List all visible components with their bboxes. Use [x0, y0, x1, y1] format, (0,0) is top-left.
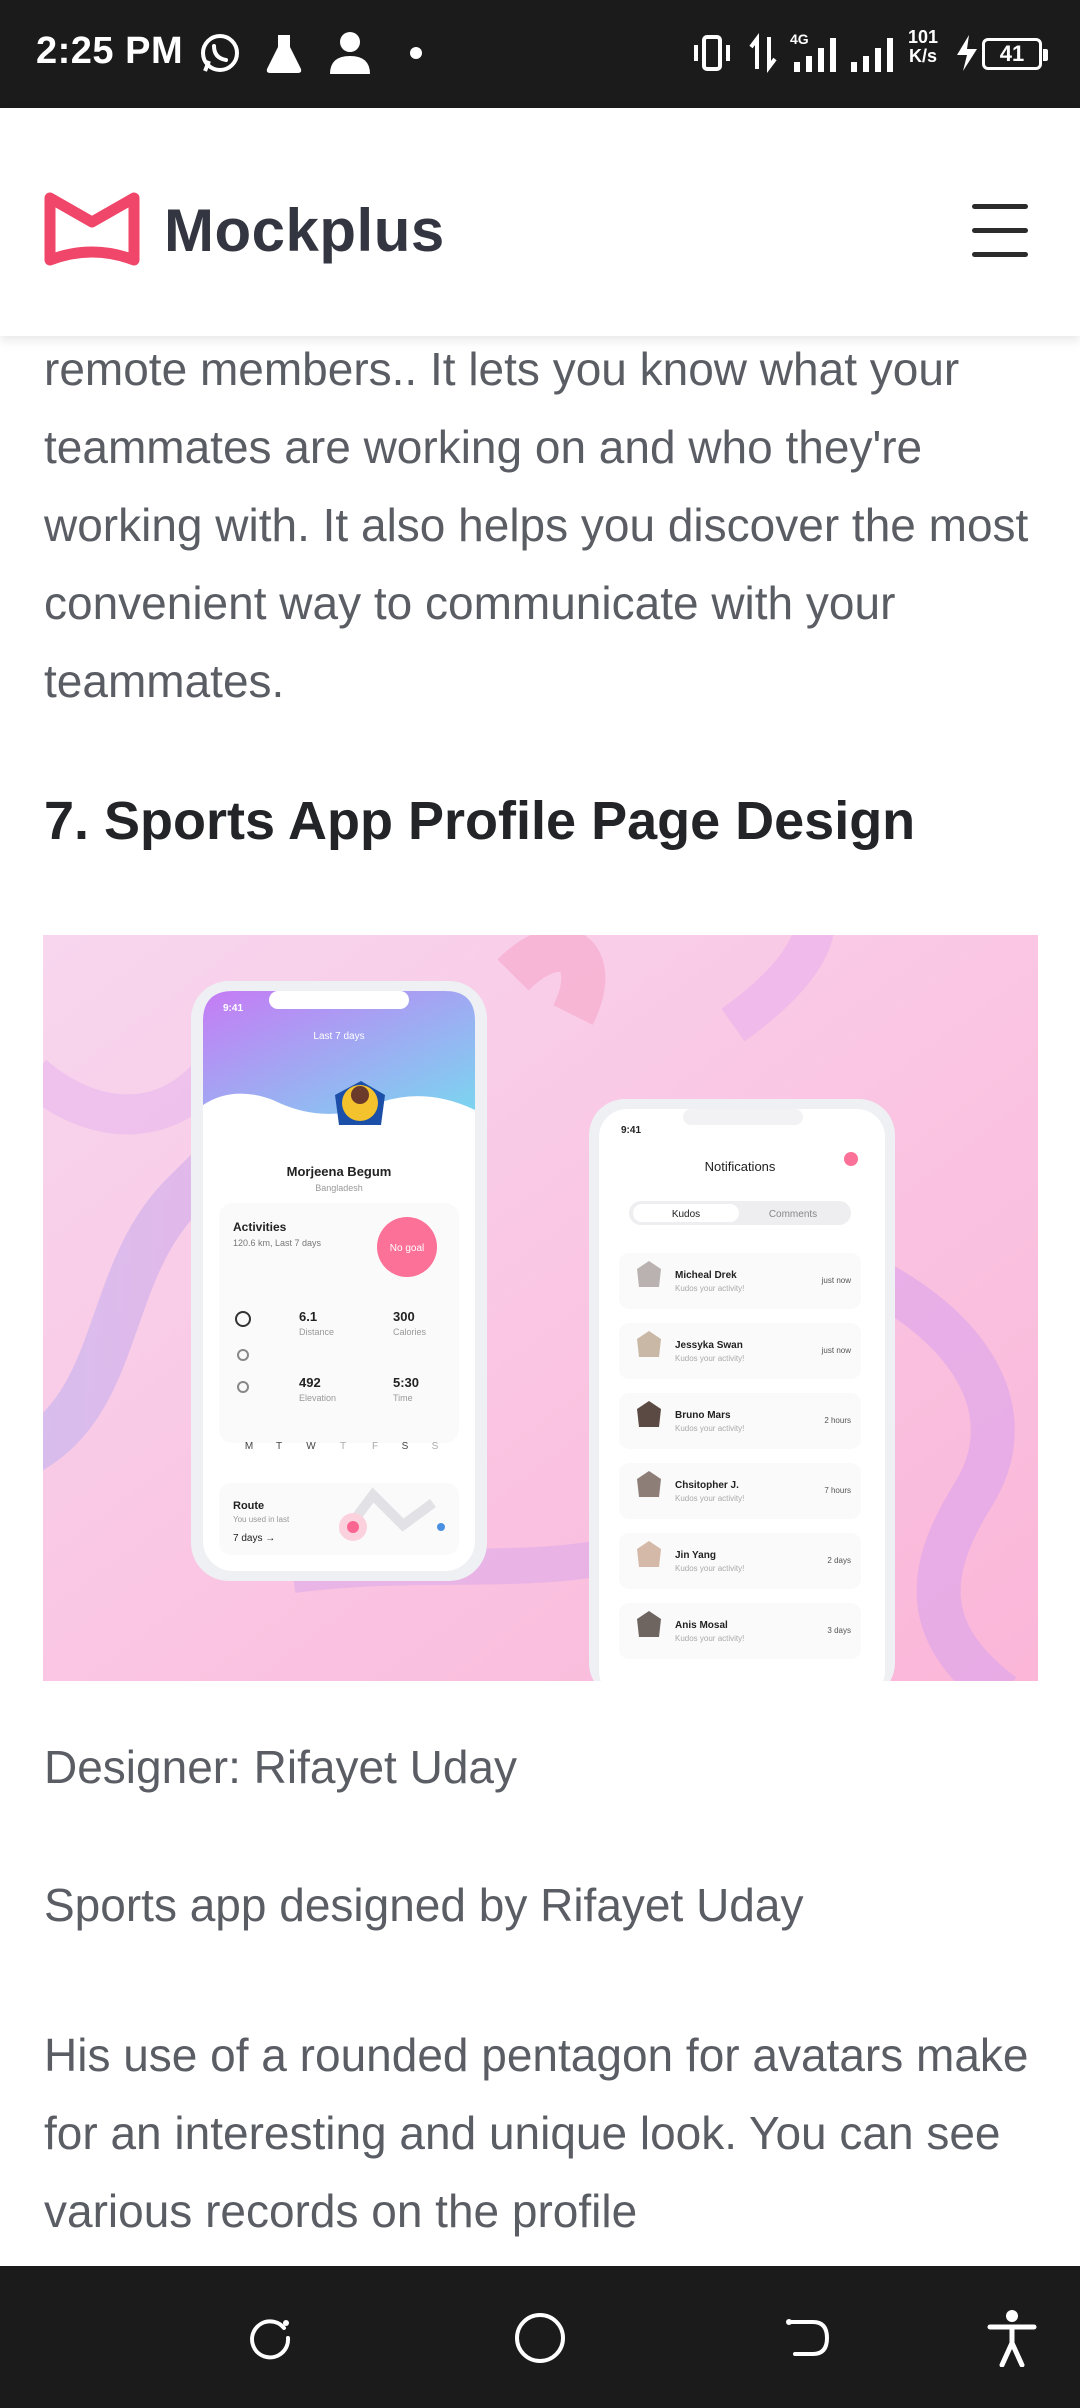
svg-text:Comments: Comments: [769, 1209, 817, 1220]
notification-item: Anis Mosal Kudos your activity! 3 days: [619, 1603, 861, 1659]
svg-text:W: W: [306, 1441, 316, 1452]
network-speed: 101 K/s: [908, 28, 938, 66]
signal-icon: 4G: [790, 30, 846, 76]
svg-text:Route: Route: [233, 1500, 264, 1512]
vibrate-icon: [690, 30, 734, 76]
network-speed-unit: K/s: [909, 46, 938, 66]
svg-text:Time: Time: [393, 1393, 413, 1403]
svg-text:Bangladesh: Bangladesh: [315, 1183, 363, 1193]
svg-text:9:41: 9:41: [223, 1003, 243, 1014]
svg-text:just now: just now: [821, 1276, 852, 1285]
svg-text:7 hours: 7 hours: [824, 1486, 851, 1495]
accessibility-icon[interactable]: [982, 2308, 1042, 2368]
svg-text:just now: just now: [821, 1346, 852, 1355]
site-header: Mockplus: [0, 108, 1080, 336]
charging-icon: [954, 30, 980, 76]
svg-text:2 days: 2 days: [827, 1556, 851, 1565]
svg-text:Kudos your activity!: Kudos your activity!: [675, 1284, 744, 1293]
svg-text:S: S: [402, 1441, 409, 1452]
svg-text:Kudos: Kudos: [672, 1209, 700, 1220]
svg-text:Kudos your activity!: Kudos your activity!: [675, 1354, 744, 1363]
svg-text:You used in last: You used in last: [233, 1515, 290, 1524]
recent-apps-icon[interactable]: [240, 2308, 300, 2368]
mockplus-logo-icon[interactable]: [44, 188, 140, 275]
notification-item: Chsitopher J. Kudos your activity! 7 hou…: [619, 1463, 861, 1519]
hamburger-menu-icon[interactable]: [972, 200, 1028, 262]
svg-text:120.6 km, Last 7 days: 120.6 km, Last 7 days: [233, 1238, 322, 1248]
battery-level: 41: [999, 41, 1025, 66]
svg-text:492: 492: [299, 1375, 321, 1390]
svg-text:Micheal Drek: Micheal Drek: [675, 1270, 737, 1281]
svg-text:Morjeena Begum: Morjeena Begum: [287, 1164, 392, 1179]
battery-indicator: 41: [982, 38, 1048, 70]
svg-text:300: 300: [393, 1309, 415, 1324]
notification-item: Micheal Drek Kudos your activity! just n…: [619, 1253, 861, 1309]
notification-item: Jin Yang Kudos your activity! 2 days: [619, 1533, 861, 1589]
svg-text:Jin Yang: Jin Yang: [675, 1550, 716, 1561]
svg-text:Kudos your activity!: Kudos your activity!: [675, 1634, 744, 1643]
logo-text[interactable]: Mockplus: [164, 196, 445, 265]
back-icon[interactable]: [778, 2308, 838, 2368]
notifications-phone-mockup: 9:41 Notifications Kudos Comments Michea…: [589, 1099, 895, 1681]
notification-item: Bruno Mars Kudos your activity! 2 hours: [619, 1393, 861, 1449]
svg-text:Notifications: Notifications: [705, 1159, 776, 1174]
home-icon[interactable]: [510, 2308, 570, 2368]
profile-phone-mockup: 9:41 Last 7 days Morjeena Begum Banglade…: [191, 981, 487, 1581]
svg-text:9:41: 9:41: [621, 1125, 641, 1136]
svg-text:F: F: [372, 1441, 378, 1452]
svg-text:Anis Mosal: Anis Mosal: [675, 1620, 728, 1631]
svg-text:7 days →: 7 days →: [233, 1533, 275, 1544]
svg-text:3 days: 3 days: [827, 1626, 851, 1635]
person-icon: [326, 30, 374, 76]
svg-text:No goal: No goal: [390, 1243, 424, 1254]
image-caption: Sports app designed by Rifayet Uday: [44, 1879, 804, 1931]
svg-text:6.1: 6.1: [299, 1309, 317, 1324]
flask-icon: [262, 30, 306, 76]
body-paragraph: His use of a rounded pentagon for avatar…: [44, 2029, 1029, 2237]
svg-text:Kudos your activity!: Kudos your activity!: [675, 1494, 744, 1503]
svg-text:Bruno Mars: Bruno Mars: [675, 1410, 731, 1421]
intro-paragraph: remote members.. It lets you know what y…: [44, 343, 1029, 707]
svg-text:T: T: [340, 1441, 346, 1452]
svg-text:S: S: [432, 1441, 439, 1452]
network-speed-value: 101: [908, 27, 939, 47]
svg-text:Kudos your activity!: Kudos your activity!: [675, 1424, 744, 1433]
signal-icon: [846, 30, 896, 76]
svg-text:T: T: [276, 1441, 282, 1452]
svg-text:Calories: Calories: [393, 1327, 427, 1337]
svg-text:Chsitopher J.: Chsitopher J.: [675, 1480, 739, 1491]
svg-text:Elevation: Elevation: [299, 1393, 336, 1403]
whatsapp-icon: [196, 30, 244, 76]
svg-text:Activities: Activities: [233, 1220, 287, 1234]
section-heading: 7. Sports App Profile Page Design: [44, 791, 916, 851]
svg-text:4G: 4G: [790, 32, 809, 47]
status-bar: 2:25 PM 4G 101 K/s 41: [0, 0, 1080, 108]
svg-text:Kudos your activity!: Kudos your activity!: [675, 1564, 744, 1573]
svg-text:M: M: [245, 1441, 253, 1452]
svg-text:Jessyka Swan: Jessyka Swan: [675, 1340, 743, 1351]
svg-text:5:30: 5:30: [393, 1375, 419, 1390]
clock: 2:25 PM: [36, 30, 184, 72]
svg-text:Distance: Distance: [299, 1327, 334, 1337]
dot-icon: [404, 30, 428, 76]
svg-text:Last 7 days: Last 7 days: [313, 1031, 364, 1042]
designer-credit: Designer: Rifayet Uday: [44, 1741, 517, 1793]
notification-item: Jessyka Swan Kudos your activity! just n…: [619, 1323, 861, 1379]
sports-app-mockup-image: 9:41 Last 7 days Morjeena Begum Banglade…: [43, 935, 1038, 1681]
data-arrows-icon: [748, 30, 778, 76]
system-nav-bar: [0, 2266, 1080, 2408]
svg-text:2 hours: 2 hours: [824, 1416, 851, 1425]
